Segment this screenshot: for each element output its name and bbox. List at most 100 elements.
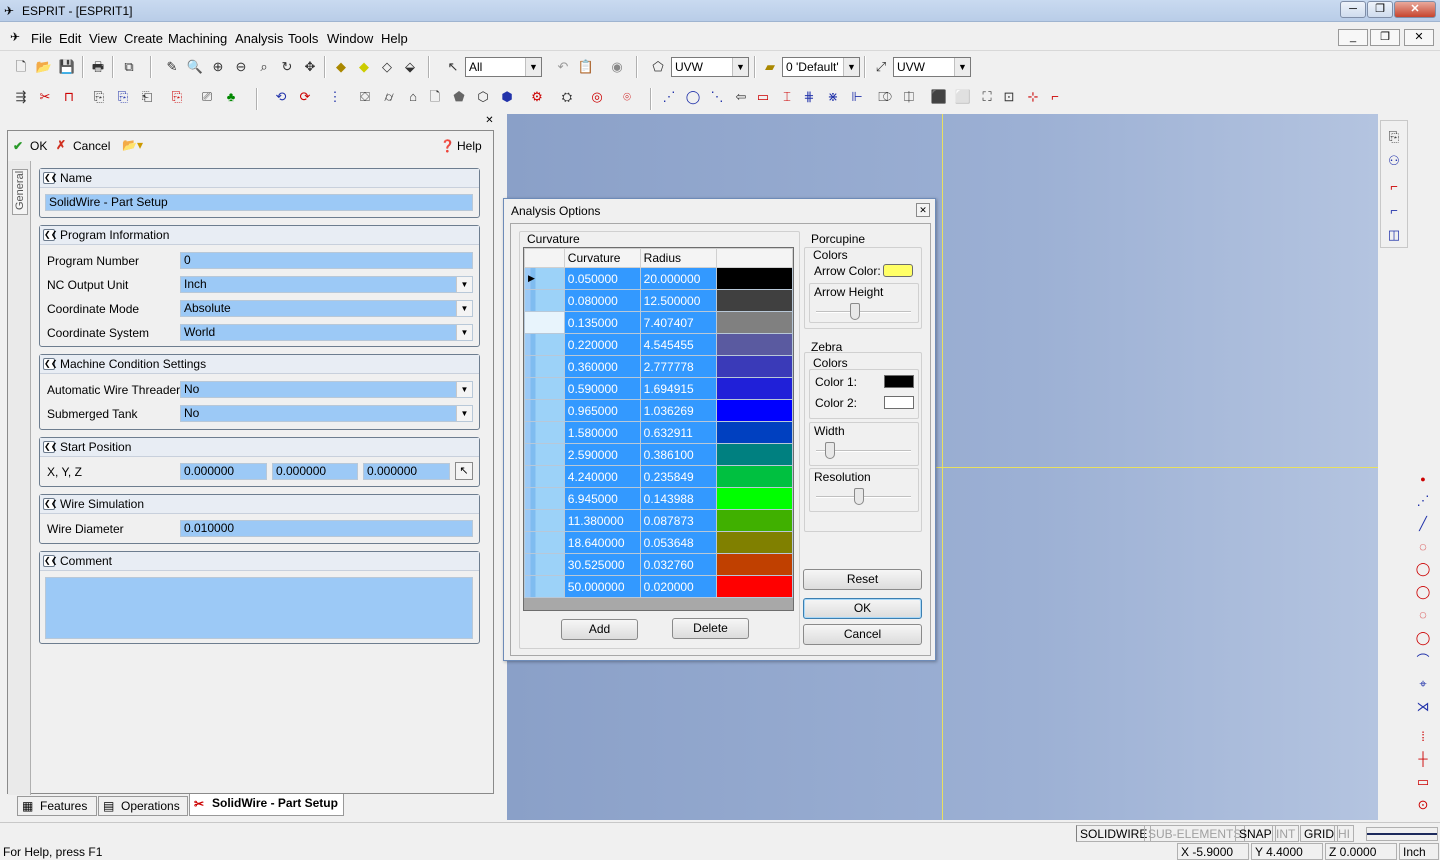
restore-button[interactable]: ❐: [1367, 1, 1393, 18]
add-button[interactable]: Add: [561, 619, 638, 640]
radius-cell[interactable]: 2.777778: [639, 355, 717, 378]
color-cell[interactable]: [715, 333, 793, 356]
rect-icon[interactable]: ▭: [1414, 773, 1432, 791]
mode-sub-elements[interactable]: SUB-ELEMENTS: [1144, 825, 1246, 842]
view-orbit-icon[interactable]: ⚇: [1385, 152, 1403, 170]
op-6-icon[interactable]: ⊡: [1000, 88, 1018, 106]
draw-split-icon[interactable]: ⊩: [848, 88, 866, 106]
draw-line-icon[interactable]: ⋰: [660, 88, 678, 106]
mdi-close-button[interactable]: ✕: [1404, 29, 1434, 46]
menu-help[interactable]: Help: [381, 31, 408, 46]
save-icon[interactable]: 💾: [58, 58, 76, 76]
feature-pt2-icon[interactable]: ⎘: [114, 88, 132, 106]
color-cell[interactable]: [715, 355, 793, 378]
draw-array-icon[interactable]: ⋕: [800, 88, 818, 106]
curvature-cell[interactable]: 0.965000: [563, 399, 641, 422]
curvature-row[interactable]: 11.380000 0.087873: [524, 509, 793, 532]
wire-diameter-field[interactable]: 0.010000: [180, 520, 473, 537]
curvature-cell[interactable]: 11.380000: [563, 509, 641, 532]
curvature-row[interactable]: 1.580000 0.632911: [524, 421, 793, 444]
color-cell[interactable]: [715, 487, 793, 510]
color-cell[interactable]: [715, 509, 793, 532]
resolution-slider[interactable]: [816, 487, 911, 507]
curvature-cell[interactable]: 0.050000: [563, 267, 641, 290]
col-radius-header[interactable]: Radius: [639, 248, 717, 268]
point-icon[interactable]: ●: [1414, 470, 1432, 488]
row-header[interactable]: [524, 509, 565, 532]
workplane-combo[interactable]: UVW ▼: [671, 57, 749, 77]
menu-create[interactable]: Create: [124, 31, 163, 46]
color-cell[interactable]: [715, 575, 793, 598]
start-z-field[interactable]: 0.000000: [363, 463, 450, 480]
op-1-icon[interactable]: ⎄: [876, 88, 894, 106]
feature-pocket-icon[interactable]: ⊓: [60, 88, 78, 106]
print-icon[interactable]: 🖶: [89, 58, 107, 76]
move-view-icon[interactable]: ✥: [301, 58, 319, 76]
curvature-row[interactable]: ▶ 0.050000 20.000000: [524, 267, 793, 290]
mode-solidwire[interactable]: SOLIDWIRE: [1076, 825, 1152, 842]
color-cell[interactable]: [715, 553, 793, 576]
op-7-icon[interactable]: ⊹: [1024, 88, 1042, 106]
draw-offset-icon[interactable]: ⋇: [824, 88, 842, 106]
dots-icon[interactable]: ⁞: [1414, 728, 1432, 746]
curvature-cell[interactable]: 0.590000: [563, 377, 641, 400]
row-header[interactable]: ▶: [524, 267, 565, 290]
cross-icon[interactable]: ┼: [1414, 750, 1432, 768]
curvature-cell[interactable]: 6.945000: [563, 487, 641, 510]
color2-swatch[interactable]: [884, 396, 914, 409]
color-cell[interactable]: [715, 421, 793, 444]
circle-5-icon[interactable]: ◯: [1414, 629, 1432, 647]
radius-cell[interactable]: 20.000000: [639, 267, 717, 290]
shade-icon[interactable]: ◆: [332, 58, 350, 76]
width-slider[interactable]: [816, 441, 911, 461]
curvature-cell[interactable]: 30.525000: [563, 553, 641, 576]
curvature-row[interactable]: 0.220000 4.545455: [524, 333, 793, 356]
machine-condition-header[interactable]: ❮❮ Machine Condition Settings: [40, 355, 479, 374]
cancel-button-dialog[interactable]: Cancel: [803, 624, 922, 645]
menu-analysis[interactable]: Analysis: [235, 31, 283, 46]
circle-rect-icon[interactable]: ⊙: [1414, 796, 1432, 814]
menu-tools[interactable]: Tools: [288, 31, 318, 46]
wire-simulation-header[interactable]: ❮❮ Wire Simulation: [40, 495, 479, 514]
wireframe-icon[interactable]: ◇: [378, 58, 396, 76]
color-cell[interactable]: [715, 311, 793, 334]
width-thumb[interactable]: [824, 442, 835, 459]
open-icon[interactable]: 📂: [35, 58, 53, 76]
radius-cell[interactable]: 4.545455: [639, 333, 717, 356]
start-x-field[interactable]: 0.000000: [180, 463, 267, 480]
stop-icon[interactable]: ◉: [608, 58, 626, 76]
draw-circle-icon[interactable]: ◯: [684, 88, 702, 106]
nc-output-unit-select[interactable]: Inch ▼: [180, 276, 473, 293]
menu-window[interactable]: Window: [327, 31, 373, 46]
curvature-cell[interactable]: 0.080000: [563, 289, 641, 312]
row-header[interactable]: [524, 311, 565, 334]
row-header[interactable]: [524, 575, 565, 598]
radius-cell[interactable]: 0.087873: [639, 509, 717, 532]
op-2-icon[interactable]: ⎅: [900, 88, 918, 106]
feature-pt4-icon[interactable]: ⎘: [168, 88, 186, 106]
tab-general[interactable]: General: [12, 169, 28, 215]
tab-solidwire-setup[interactable]: ✂ SolidWire - Part Setup: [189, 794, 344, 816]
feature-pt5-icon[interactable]: ⎚: [198, 88, 216, 106]
menu-file[interactable]: File: [31, 31, 52, 46]
reset-button[interactable]: Reset: [803, 569, 922, 590]
solid-cyl-icon[interactable]: ⌭: [380, 88, 398, 106]
feature-pt6-icon[interactable]: ♣: [222, 88, 240, 106]
pan-icon[interactable]: ✎: [163, 58, 181, 76]
solid-sheet-icon[interactable]: 🗋: [426, 88, 444, 106]
layer-icon[interactable]: ▰: [761, 58, 779, 76]
ok-button-dialog[interactable]: OK: [803, 598, 922, 619]
sim2-icon[interactable]: ⛭: [558, 88, 576, 106]
zoom-out-icon[interactable]: ⊖: [232, 58, 250, 76]
col-color-header[interactable]: [715, 248, 793, 268]
layer-combo[interactable]: 0 'Default' ▼: [782, 57, 860, 77]
pick-point-button[interactable]: ↖: [455, 462, 473, 480]
color-cell[interactable]: [715, 531, 793, 554]
solid-loft-icon[interactable]: ⬢: [498, 88, 516, 106]
row-header[interactable]: [524, 531, 565, 554]
start-y-field[interactable]: 0.000000: [272, 463, 358, 480]
row-header[interactable]: [524, 289, 565, 312]
radius-cell[interactable]: 0.632911: [639, 421, 717, 444]
curvature-row[interactable]: 30.525000 0.032760: [524, 553, 793, 576]
feature-cut-icon[interactable]: ✂: [36, 88, 54, 106]
